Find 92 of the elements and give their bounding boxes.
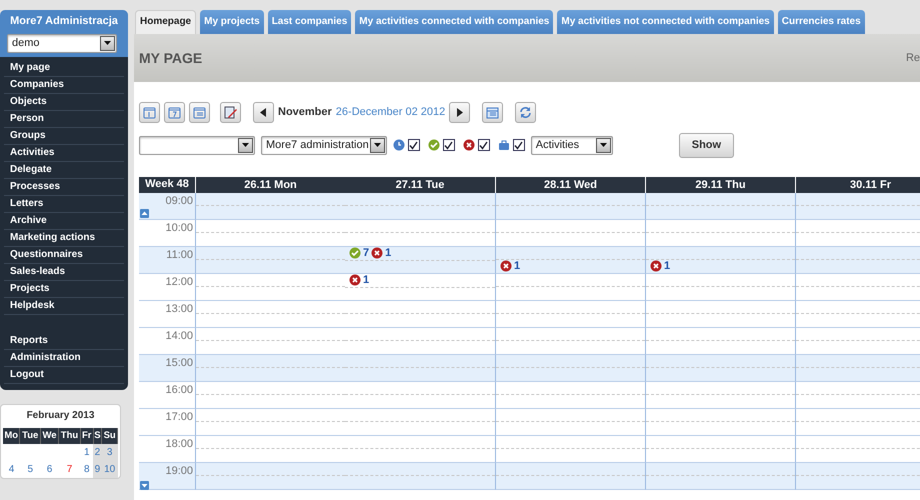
month-view-button[interactable] xyxy=(189,102,210,123)
briefcase-icon xyxy=(498,139,510,152)
time-label: 15:00 xyxy=(139,354,195,382)
menu-item[interactable]: Activities xyxy=(4,144,124,162)
calendar-day[interactable]: 1 xyxy=(80,444,94,461)
week-view-button[interactable] xyxy=(164,102,185,123)
menu-item[interactable]: Letters xyxy=(4,196,124,212)
event-count[interactable]: 1 xyxy=(514,258,520,274)
checkbox[interactable] xyxy=(408,139,420,152)
check-icon xyxy=(428,139,440,152)
calendar-day[interactable]: 8 xyxy=(80,460,94,478)
month-view-icon xyxy=(192,105,207,120)
month-label: November xyxy=(278,105,332,120)
event-count[interactable]: 1 xyxy=(664,258,670,274)
dropdown-button[interactable] xyxy=(238,138,253,153)
menu-item[interactable]: Person xyxy=(4,110,124,128)
cross-icon xyxy=(650,260,662,272)
tab[interactable]: Homepage xyxy=(135,10,196,34)
week-view-icon xyxy=(167,105,182,120)
menu-item[interactable]: Sales-leads xyxy=(4,264,124,280)
checkbox[interactable] xyxy=(512,139,525,152)
weekday-header: Su xyxy=(102,428,118,444)
menu-item[interactable]: Companies xyxy=(4,76,124,94)
menu-item[interactable]: Reports xyxy=(4,332,124,350)
scroll-down-icon xyxy=(140,481,149,490)
day-view-button[interactable] xyxy=(139,102,160,123)
caret-icon xyxy=(242,143,249,148)
page-title: MY PAGE xyxy=(139,48,202,68)
day-header: 27.11 Tue xyxy=(394,178,446,192)
caret-icon xyxy=(104,41,111,45)
date-range: 26-December 02 2012 xyxy=(336,105,446,120)
notes-button[interactable] xyxy=(220,102,241,123)
menu-item[interactable]: Archive xyxy=(4,212,124,230)
time-label: 11:00 xyxy=(139,246,195,274)
dropdown-button[interactable] xyxy=(100,36,115,50)
menu-item[interactable]: Processes xyxy=(4,178,124,196)
check-icon xyxy=(349,247,361,259)
calendar-button[interactable] xyxy=(482,102,504,123)
filter-select[interactable] xyxy=(139,136,255,155)
event-count[interactable]: 1 xyxy=(363,272,370,288)
dropdown-button[interactable] xyxy=(370,138,385,153)
menu-item[interactable]: Questionnaires xyxy=(4,246,124,264)
caret-icon xyxy=(600,143,607,148)
calendar-day[interactable]: 6 xyxy=(40,460,58,478)
event-count[interactable]: 7 xyxy=(363,244,370,262)
menu-item[interactable]: Marketing actions xyxy=(4,230,124,246)
calendar-icon xyxy=(485,105,500,120)
menu-item[interactable]: My page xyxy=(4,60,124,76)
app-title: More7 Administracja xyxy=(9,14,119,29)
clock-icon xyxy=(393,139,405,152)
day-view-icon xyxy=(142,105,157,120)
calendar-day[interactable]: 7 xyxy=(58,460,80,478)
menu-item[interactable]: Objects xyxy=(4,94,124,110)
refresh-icon xyxy=(518,105,534,120)
notes-icon xyxy=(223,105,238,120)
cross-icon xyxy=(371,247,384,259)
caret-icon xyxy=(374,143,381,148)
event-count[interactable]: 1 xyxy=(385,244,392,262)
checkbox[interactable] xyxy=(478,139,490,152)
calendar-day[interactable]: 5 xyxy=(20,460,40,478)
user-select[interactable]: demo xyxy=(7,34,117,52)
menu-item[interactable]: Helpdesk xyxy=(4,298,124,314)
user-select[interactable]: More7 administration xyxy=(261,136,387,155)
calendar-day[interactable]: 4 xyxy=(3,460,20,478)
header-link[interactable]: Re xyxy=(906,50,920,66)
weekday-header: Mo xyxy=(3,428,20,444)
dropdown-button[interactable] xyxy=(596,138,611,153)
scroll-up-icon xyxy=(140,209,149,218)
time-label: 13:00 xyxy=(139,300,195,328)
menu-item[interactable]: Projects xyxy=(4,280,124,298)
weekday-header: Fr xyxy=(80,428,94,444)
weekday-header: Tue xyxy=(20,428,40,444)
time-label: 17:00 xyxy=(139,408,195,436)
calendar-month: February 2013 xyxy=(26,408,96,422)
menu-item[interactable]: Administration xyxy=(4,350,124,366)
cross-icon xyxy=(349,274,361,286)
weekday-header: Thu xyxy=(58,428,80,444)
previous-button[interactable] xyxy=(253,102,274,123)
time-label: 12:00 xyxy=(139,274,195,300)
menu-item[interactable]: Groups xyxy=(4,128,124,144)
cross-icon xyxy=(463,139,475,152)
type-select[interactable]: Activities xyxy=(530,136,613,155)
weekday-header: We xyxy=(40,428,58,444)
checkbox[interactable] xyxy=(442,139,455,152)
show-button[interactable]: Show xyxy=(678,133,734,158)
time-label: 16:00 xyxy=(139,382,195,408)
cross-icon xyxy=(500,260,512,272)
next-button[interactable] xyxy=(449,102,470,123)
week-label: Week 48 xyxy=(144,177,190,192)
refresh-button[interactable] xyxy=(515,102,536,123)
menu-item[interactable]: Logout xyxy=(4,366,124,384)
menu-item[interactable]: Delegate xyxy=(4,162,124,178)
